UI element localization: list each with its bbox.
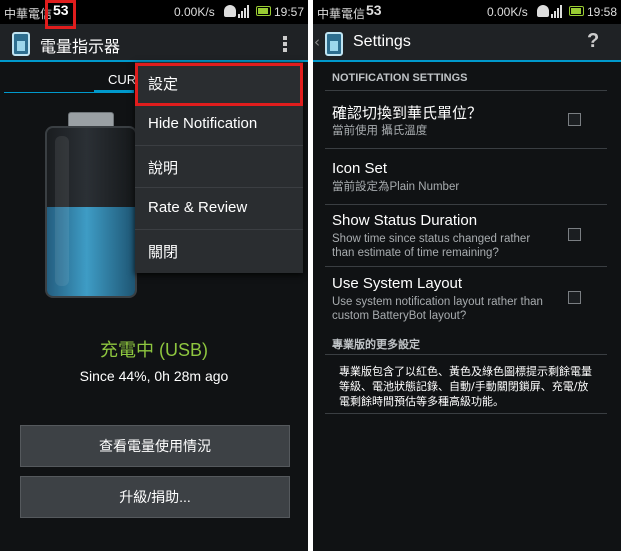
battery-status-icon (256, 6, 271, 16)
settings-screen: 中華電信 53 0.00K/s 19:58 ‹ Settings ? NOTIF… (313, 0, 621, 551)
row-divider (325, 148, 607, 149)
highlight-notification-number (45, 0, 76, 29)
since-text: Since 44%, 0h 28m ago (79, 368, 229, 384)
upgrade-donate-button[interactable]: 升級/捐助... (20, 476, 290, 518)
back-chevron-icon[interactable]: ‹ (314, 33, 320, 51)
battery-main-screen: 中華電信 53 0.00K/s 19:57 電量指示器 CUR 充電中 (USB… (0, 0, 308, 551)
tab-indicator (94, 90, 134, 93)
setting-title: Show Status Duration (332, 212, 478, 229)
system-layout-checkbox[interactable] (568, 291, 581, 304)
clock: 19:58 (587, 5, 618, 19)
setting-title: Icon Set (332, 160, 388, 177)
tab-current[interactable]: CUR (108, 72, 136, 87)
overflow-menu-icon[interactable] (281, 35, 289, 53)
signal-icon (551, 5, 565, 18)
setting-summary: 當前設定為Plain Number (332, 181, 460, 193)
action-bar: ‹ Settings ? (313, 24, 621, 62)
setting-title: Use System Layout (332, 275, 463, 292)
view-usage-button[interactable]: 查看電量使用情況 (20, 425, 290, 467)
battery-graphic (45, 112, 137, 298)
status-duration-checkbox[interactable] (568, 228, 581, 241)
battery-percent-notification: 53 (366, 2, 382, 18)
status-bar: 中華電信 53 0.00K/s 19:58 (313, 0, 621, 24)
setting-summary: Show time since status changed rather th… (332, 233, 531, 259)
menu-item-help[interactable]: 說明 (135, 146, 303, 188)
setting-title: 確認切換到華氏單位？ (332, 105, 483, 122)
android-icon (224, 5, 236, 17)
battery-status-icon (569, 6, 584, 16)
battery-app-icon[interactable] (12, 32, 30, 56)
row-divider (325, 413, 607, 414)
row-divider (325, 204, 607, 205)
battery-body (45, 126, 137, 298)
highlight-settings-item (135, 63, 303, 106)
menu-item-rate-review[interactable]: Rate & Review (135, 188, 303, 230)
setting-summary: Use system notification layout rather th… (332, 296, 543, 322)
settings-title: Settings (353, 33, 411, 50)
battery-shine (55, 136, 69, 286)
help-icon[interactable]: ? (587, 30, 599, 53)
app-title: 電量指示器 (40, 39, 121, 56)
pro-settings-header: 專業版的更多設定 (332, 339, 420, 351)
action-bar: 電量指示器 (0, 24, 308, 62)
clock: 19:57 (274, 5, 305, 19)
section-divider (325, 354, 607, 355)
signal-icon (238, 5, 252, 18)
notification-settings-header: NOTIFICATION SETTINGS (332, 72, 468, 84)
menu-item-hide-notification[interactable]: Hide Notification (135, 104, 303, 146)
menu-item-close[interactable]: 關閉 (135, 230, 303, 272)
carrier-label: 中華電信 (317, 7, 366, 21)
row-divider (325, 266, 607, 267)
setting-summary: 當前使用 攝氏溫度 (332, 125, 428, 137)
pro-version-description: 專業版包含了以紅色、黃色及綠色圖標提示剩餘電量等級、電池狀態記錄、自動/手動關閉… (339, 365, 592, 408)
battery-app-icon[interactable] (325, 32, 343, 56)
charging-status: 充電中 (USB) (100, 340, 208, 360)
android-icon (537, 5, 549, 17)
network-speed: 0.00K/s (174, 5, 215, 19)
network-speed: 0.00K/s (487, 5, 528, 19)
section-divider (325, 90, 607, 91)
fahrenheit-checkbox[interactable] (568, 113, 581, 126)
